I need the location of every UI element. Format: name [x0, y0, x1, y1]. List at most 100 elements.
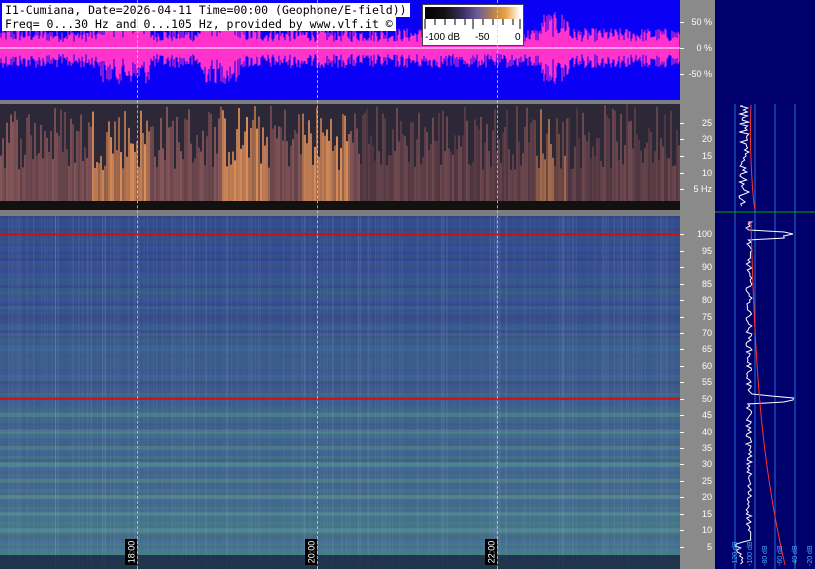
spectrogram-low-cell [480, 116, 482, 210]
low-freq-y-tick: 15 [701, 151, 712, 161]
spectrogram-low-cell [566, 118, 568, 210]
spectrogram-low-cell [458, 135, 460, 210]
spectrogram-high-streak [529, 216, 531, 569]
spectrogram-low-cell [186, 119, 188, 210]
spectrogram-high-panel [0, 216, 680, 569]
spectrogram-low-cell [462, 135, 464, 210]
spectrogram-low-cell [650, 131, 652, 210]
spectrogram-low-cell [604, 105, 606, 210]
axis-tick-mark [680, 398, 684, 400]
spectrogram-high-streak [429, 216, 430, 569]
spectrogram-low-cell [66, 148, 68, 210]
time-tick-label: 22:00 [485, 539, 497, 565]
spectrogram-low-cell [598, 138, 600, 210]
spectrogram-low-cell [404, 136, 406, 210]
spectrogram-low-cell [636, 134, 638, 210]
spectrogram-high-streak [605, 216, 607, 569]
axis-tick-mark [680, 530, 684, 532]
spectrogram-high-streak [320, 216, 322, 569]
spectrogram-low-cell [416, 139, 418, 210]
spectrogram-low-cell [132, 143, 134, 210]
spectrogram-high-streak [522, 216, 524, 569]
spectrogram-high-streak [348, 216, 350, 569]
spectrogram-high-streak [672, 216, 674, 569]
spectrogram-low-cell [438, 112, 440, 210]
time-tick-label: 18:00 [125, 539, 137, 565]
high-freq-y-tick: 60 [701, 360, 712, 371]
spectrogram-low-cell [250, 127, 252, 210]
spectrogram-low-cell [30, 135, 32, 210]
high-freq-y-tick: 15 [701, 508, 712, 519]
high-freq-y-tick: 85 [701, 278, 712, 289]
spectrogram-low-cell [272, 128, 274, 210]
spectrogram-low-cell [110, 137, 112, 210]
spectrogram-low-cell [616, 141, 618, 210]
spectrogram-high-streak [13, 216, 15, 569]
spectrogram-high-streak [291, 216, 293, 569]
low-freq-y-tick: 5 Hz [693, 184, 712, 195]
high-freq-y-tick: 5 [706, 541, 712, 552]
spectrogram-high-streak [494, 216, 496, 569]
spectrogram-high-streak [375, 216, 376, 569]
spectrogram-harmonic-band [0, 413, 680, 418]
axis-tick-mark [680, 513, 684, 515]
spectrogram-low-cell [16, 119, 18, 210]
spectrogram-low-cell [286, 141, 288, 210]
colorbar-label-max: 0 [515, 32, 521, 43]
colorbar-ticks [424, 19, 521, 29]
spectrogram-low-cell [492, 130, 494, 210]
axis-tick-mark [680, 415, 684, 417]
spectrogram-high-streak [545, 216, 547, 569]
high-freq-y-tick: 55 [701, 377, 712, 388]
spectrogram-low-cell [284, 109, 286, 210]
spectrogram-high-streak [603, 216, 605, 569]
spectrogram-high-streak [210, 216, 211, 569]
spectrogram-high-streak [44, 216, 46, 569]
spectrogram-low-cell [140, 110, 142, 210]
axis-tick-mark [680, 448, 684, 449]
spectrogram-low-cell [114, 121, 116, 210]
spectrogram-low-cell [434, 141, 436, 210]
spectrogram-high-streak [138, 216, 140, 569]
spectrogram-low-cell [352, 142, 354, 210]
waveform-y-tick: -50 % [688, 69, 712, 79]
spectrogram-high-streak [117, 216, 119, 569]
spectrogram-high-streak [309, 216, 311, 569]
spectrogram-low-cell [474, 119, 476, 210]
spectrogram-low-cell [258, 116, 260, 210]
spectrogram-low-cell [196, 135, 198, 210]
spectrogram-low-cell [396, 107, 398, 210]
spectrogram-high-streak [607, 216, 609, 569]
spectrogram-low-cell [92, 111, 94, 210]
spectrogram-low-cell [620, 113, 622, 210]
spectrogram-low-cell [124, 110, 126, 210]
spectrogram-low-cell [506, 109, 508, 210]
spectrogram-low-cell [188, 109, 190, 210]
spectrogram-low-cell [118, 117, 120, 210]
spectrogram-low-cell [664, 114, 666, 210]
low-freq-y-tick: 20 [701, 134, 712, 145]
time-tick-label: 20:00 [305, 539, 317, 565]
spectrogram-low-cell [502, 132, 504, 210]
spectrogram-low-cell [442, 110, 444, 210]
spectrogram-low-cell [256, 128, 258, 210]
spectrogram-low-cell [178, 142, 180, 210]
high-freq-y-tick: 35 [701, 443, 712, 453]
spectrogram-high-streak [28, 216, 30, 569]
spectrogram-low-cell [210, 113, 212, 210]
spectrogram-low-cell [130, 143, 132, 210]
spectrogram-high-streak [446, 216, 448, 569]
spectrogram-high-floor [0, 555, 680, 569]
spectrogram-low-cell [412, 122, 414, 210]
spectrogram-high-streak [9, 216, 11, 569]
spectrogram-high-streak [346, 216, 347, 569]
spectrogram-high-streak [628, 216, 630, 569]
spectrogram-low-cell [532, 119, 534, 210]
spectrogram-high-streak [370, 216, 372, 569]
spectrogram-low-cell [168, 127, 170, 210]
spectrogram-low-cell [242, 145, 244, 210]
axis-tick-mark [680, 431, 684, 433]
spectrogram-low-cell [576, 107, 578, 210]
spectrogram-low-cell [342, 114, 344, 210]
spectrogram-harmonic-band [0, 528, 680, 533]
